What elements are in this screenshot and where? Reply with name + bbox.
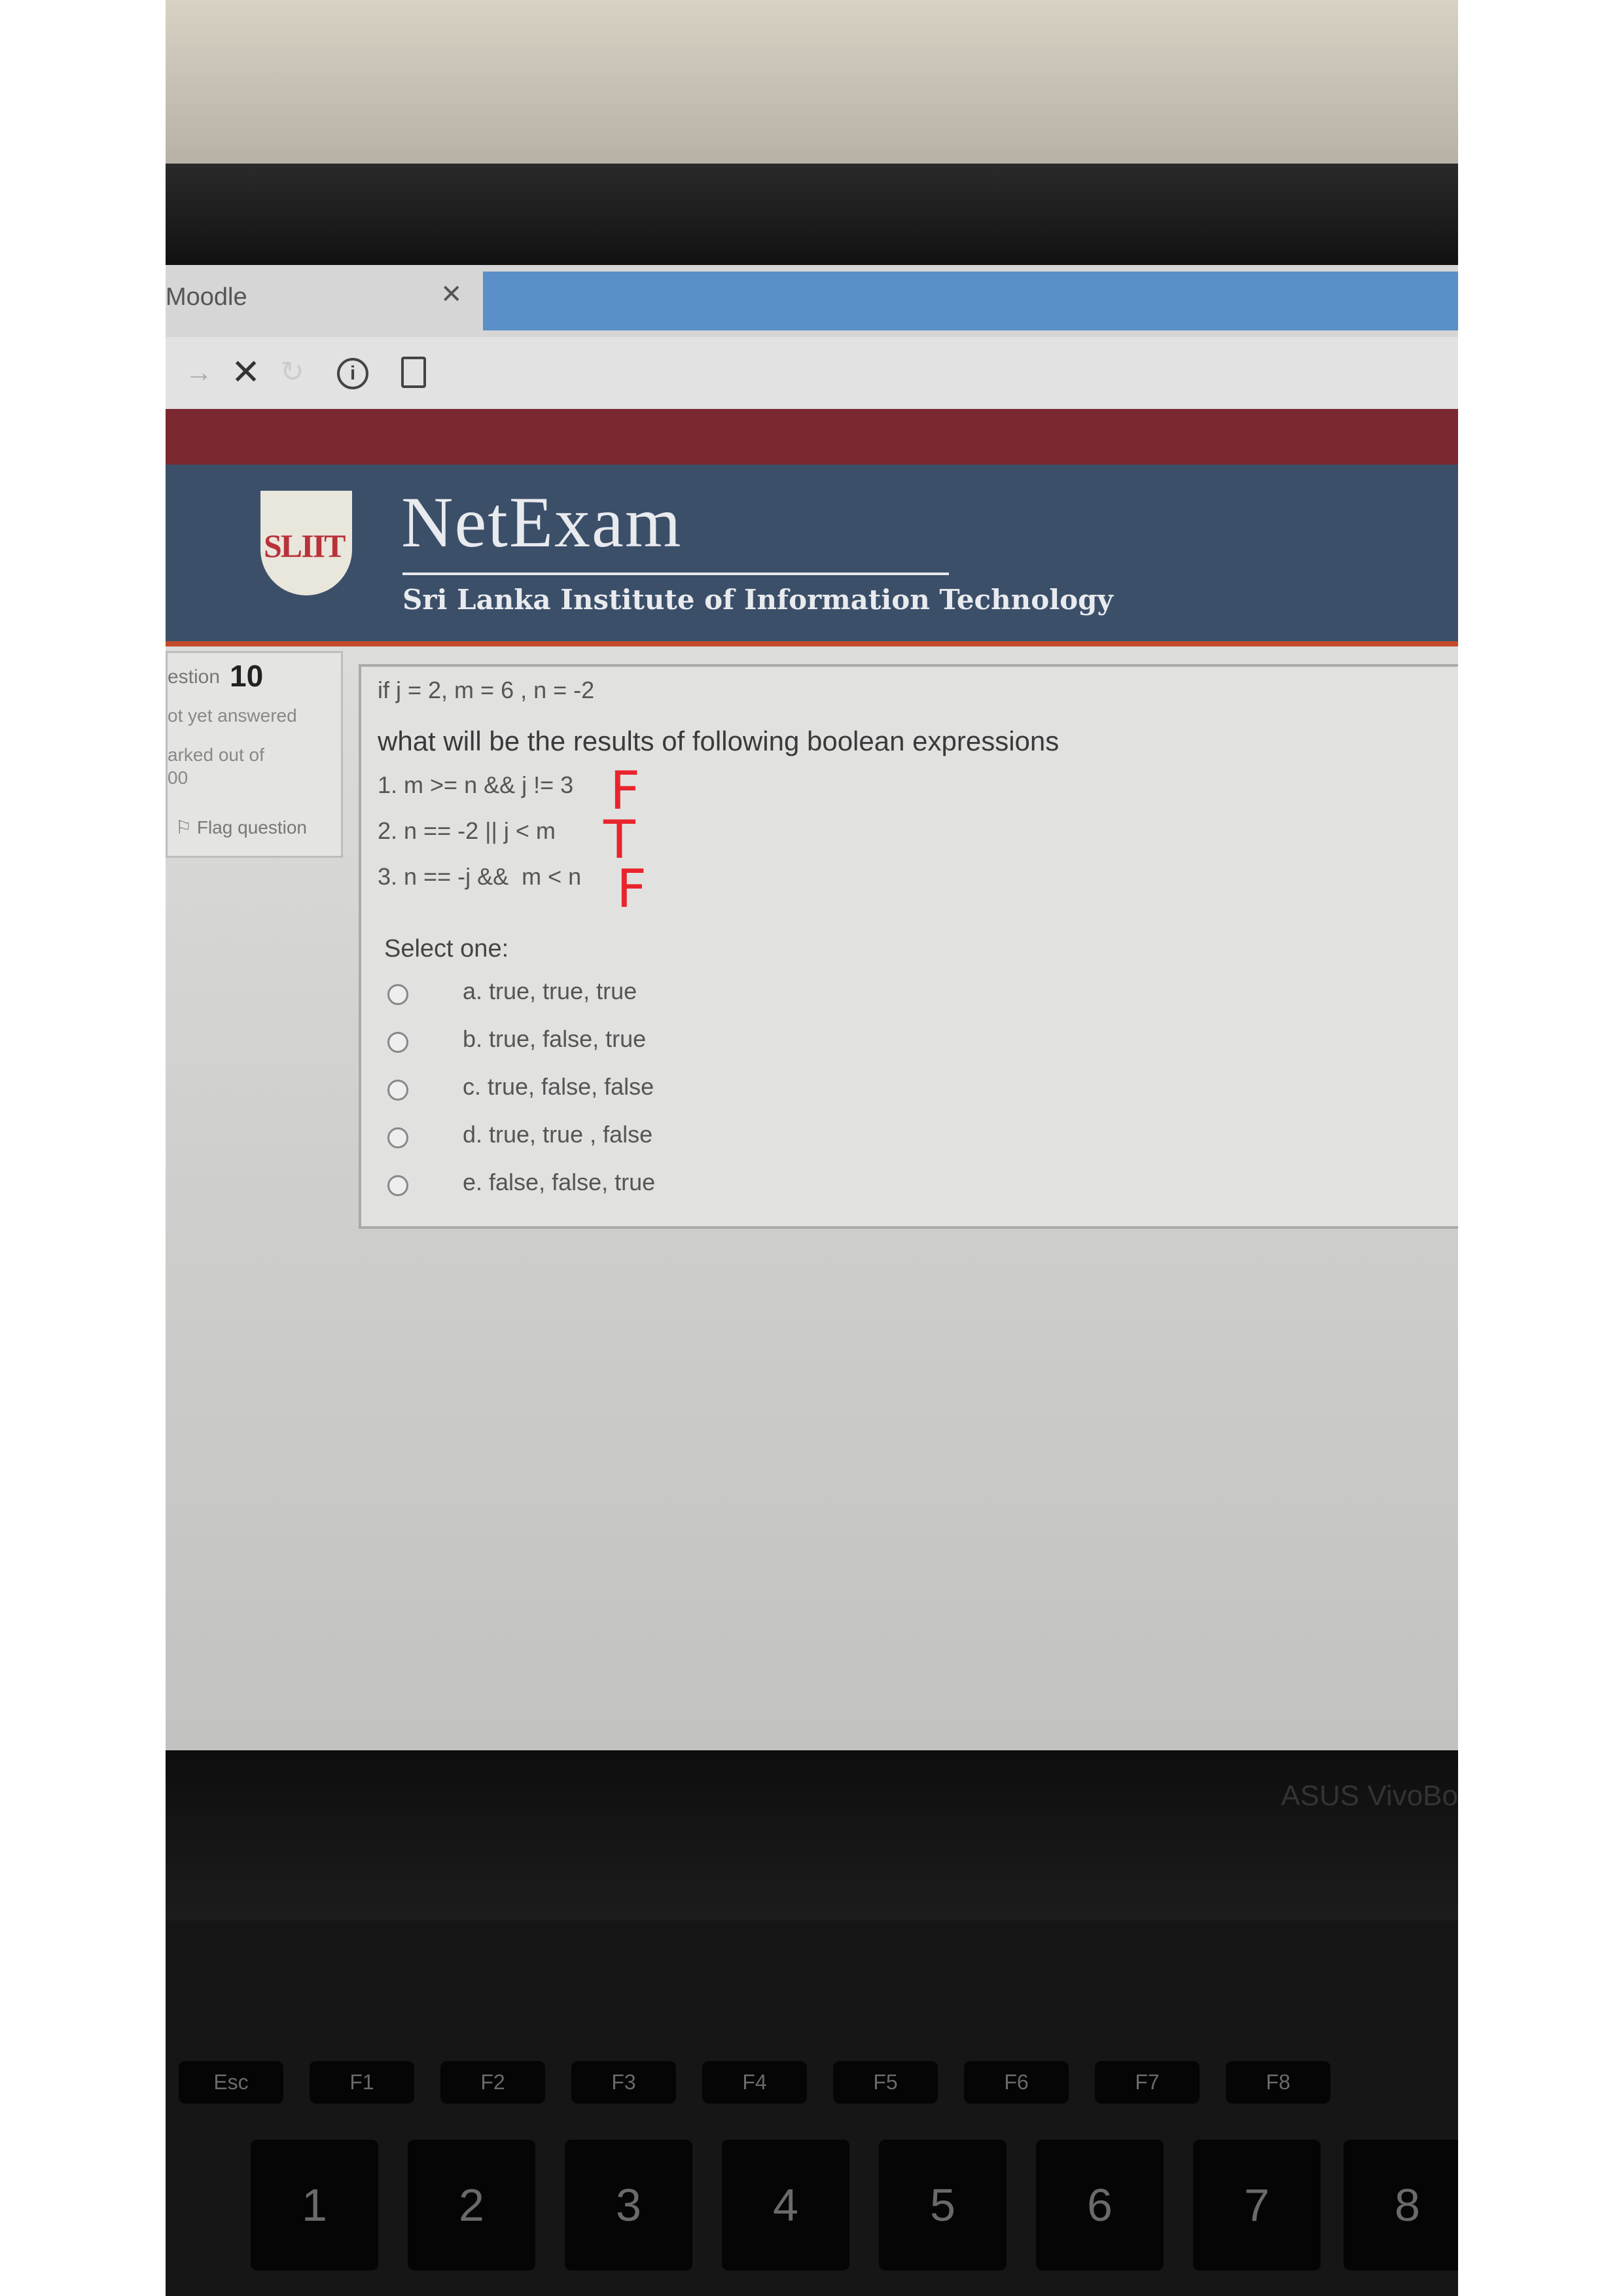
site-top-bar [166, 409, 1458, 465]
key-f8: F8 [1226, 2061, 1330, 2104]
select-one-label: Select one: [384, 935, 509, 963]
key-f3: F3 [571, 2061, 676, 2104]
site-header: SLIIT NetExam Sri Lanka Institute of Inf… [166, 465, 1458, 646]
answer-option-d[interactable]: d. true, true , false [387, 1121, 846, 1160]
laptop-bezel [166, 164, 1458, 268]
flag-question-link[interactable]: ⚐ Flag question [175, 817, 307, 838]
radio-button[interactable] [387, 1175, 408, 1196]
expression-3: 3. n == -j && m < n [378, 863, 582, 890]
new-tab-area[interactable] [483, 272, 1458, 330]
laptop-keyboard: Esc F1 F2 F3 F4 F5 F6 F7 F8 1 2 3 4 5 6 … [166, 1920, 1458, 2296]
key-f5: F5 [833, 2061, 938, 2104]
reload-icon[interactable]: ↻ [280, 355, 304, 389]
back-arrow-icon[interactable]: → [185, 357, 213, 388]
option-label[interactable]: b. true, false, true [463, 1025, 646, 1053]
answer-status: ot yet answered [168, 705, 297, 726]
key-esc: Esc [179, 2061, 283, 2104]
answer-option-b[interactable]: b. true, false, true [387, 1025, 846, 1065]
page-icon[interactable] [401, 357, 426, 388]
laptop-screen: Moodle ✕ → ✕ ↻ i SLIIT NetExam Sri Lanka… [166, 265, 1458, 1750]
handwritten-mark-3: F [616, 858, 647, 919]
key-3: 3 [565, 2140, 692, 2270]
key-7: 7 [1193, 2140, 1321, 2270]
key-f7: F7 [1095, 2061, 1200, 2104]
radio-button[interactable] [387, 1080, 408, 1101]
browser-tab-title[interactable]: Moodle [166, 283, 247, 311]
key-2: 2 [408, 2140, 535, 2270]
question-given: if j = 2, m = 6 , n = -2 [378, 677, 595, 703]
question-number: 10 [230, 659, 264, 693]
flag-question-label: Flag question [196, 817, 307, 838]
radio-button[interactable] [387, 984, 408, 1005]
question-intro: what will be the results of following bo… [378, 726, 1060, 756]
question-label: estion [168, 666, 221, 688]
key-4: 4 [722, 2140, 849, 2270]
key-f6: F6 [964, 2061, 1069, 2104]
marked-out-of-label: arked out of [168, 745, 264, 765]
brand-divider [402, 573, 949, 575]
logo-text: SLIIT [264, 527, 346, 564]
stop-icon[interactable]: ✕ [231, 351, 260, 393]
tab-close-icon[interactable]: ✕ [440, 279, 463, 309]
flag-icon: ⚐ [175, 817, 197, 838]
browser-nav-bar: → ✕ ↻ i [166, 337, 1458, 409]
answer-option-e[interactable]: e. false, false, true [387, 1169, 846, 1208]
photo-frame: Moodle ✕ → ✕ ↻ i SLIIT NetExam Sri Lanka… [166, 0, 1458, 2296]
answer-option-a[interactable]: a. true, true, true [387, 978, 846, 1017]
key-f4: F4 [702, 2061, 807, 2104]
key-f1: F1 [310, 2061, 414, 2104]
key-6: 6 [1036, 2140, 1164, 2270]
laptop-brand: ASUS VivoBo [1281, 1780, 1458, 1812]
option-label[interactable]: d. true, true , false [463, 1121, 652, 1148]
key-f2: F2 [440, 2061, 545, 2104]
key-8: 8 [1344, 2140, 1458, 2270]
expression-2: 2. n == -2 || j < m [378, 817, 556, 844]
key-1: 1 [251, 2140, 378, 2270]
option-label[interactable]: c. true, false, false [463, 1073, 654, 1101]
radio-button[interactable] [387, 1127, 408, 1148]
key-5: 5 [879, 2140, 1007, 2270]
browser-tab-bar: Moodle ✕ [166, 265, 1458, 337]
question-info-panel: estion 10 ot yet answered arked out of 0… [166, 651, 343, 858]
radio-button[interactable] [387, 1032, 408, 1053]
expression-1: 1. m >= n && j != 3 [378, 771, 574, 798]
brand-subtitle: Sri Lanka Institute of Information Techn… [402, 584, 1113, 616]
brand-title: NetExam [401, 482, 683, 562]
background-wall [166, 0, 1458, 164]
laptop-chin: ASUS VivoBo [166, 1750, 1458, 1920]
marked-out-of-value: 00 [168, 768, 188, 788]
question-box: if j = 2, m = 6 , n = -2 what will be th… [359, 664, 1458, 1229]
answer-option-c[interactable]: c. true, false, false [387, 1073, 846, 1112]
option-label[interactable]: e. false, false, true [463, 1169, 655, 1196]
option-label[interactable]: a. true, true, true [463, 978, 637, 1005]
info-icon[interactable]: i [337, 358, 368, 389]
